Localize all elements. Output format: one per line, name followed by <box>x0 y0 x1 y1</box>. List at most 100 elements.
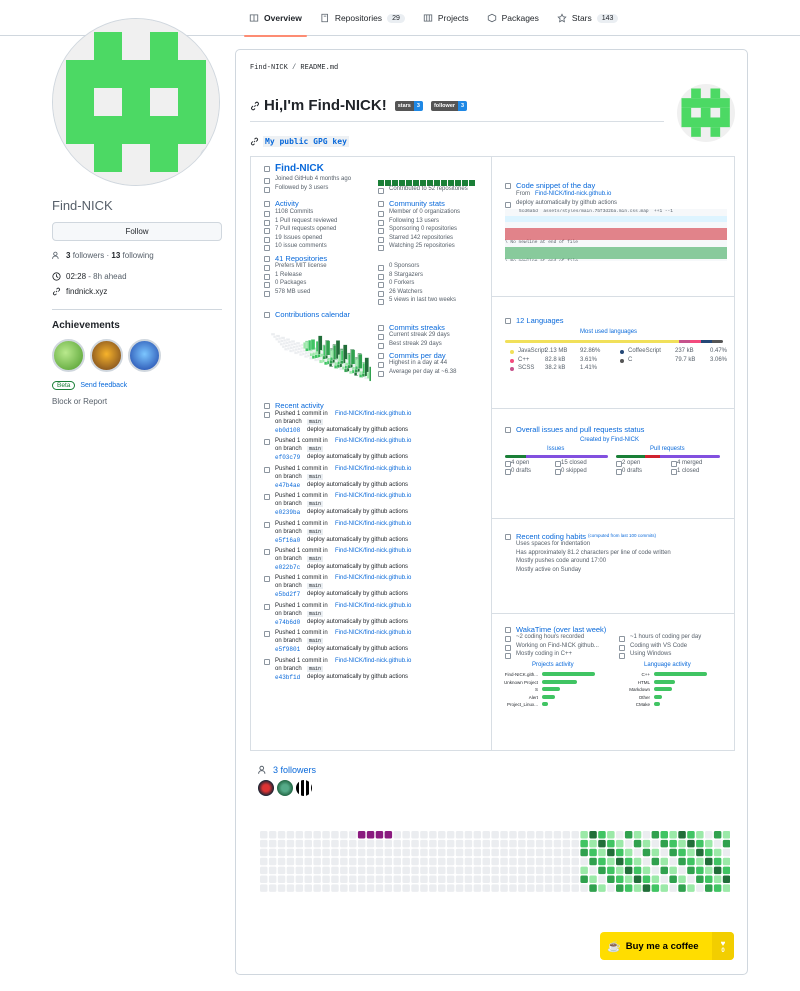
avatar[interactable]: 😊 <box>52 18 220 186</box>
website-link[interactable]: findnick.xyz <box>66 287 107 296</box>
project-name: S <box>534 687 538 692</box>
recent-repo-link[interactable]: Find-NICK/find-nick.github.io <box>335 493 411 499</box>
calendar-day <box>651 857 660 866</box>
pair-extraordinaire-badge-icon[interactable] <box>52 339 85 372</box>
recent-repo-link[interactable]: Find-NICK/find-nick.github.io <box>335 603 411 609</box>
branch-badge: main <box>307 638 324 645</box>
tab-stars[interactable]: Stars 143 <box>548 0 628 36</box>
language-bar-segment <box>701 340 713 343</box>
contribution-calendar <box>260 831 730 892</box>
crumb-file[interactable]: README.md <box>300 64 338 72</box>
repo-detail-icon <box>264 290 270 297</box>
calendar-day <box>713 839 722 848</box>
pull-shark-badge-icon[interactable] <box>128 339 161 372</box>
followers-count[interactable]: 3 <box>66 251 70 260</box>
commit-hash[interactable]: eb0d108 <box>275 427 300 434</box>
calendar-day <box>527 884 535 892</box>
activity-icon <box>264 236 270 243</box>
pr-stat: 1 closed <box>677 468 700 474</box>
follower-avatar[interactable] <box>258 780 274 796</box>
follow-button[interactable]: Follow <box>52 222 222 241</box>
repo-item: 578 MB used <box>275 288 311 295</box>
follower-avatar[interactable] <box>296 780 312 796</box>
recent-repo-link[interactable]: Find-NICK/find-nick.github.io <box>335 658 411 664</box>
gpg-key-text: My public GPG key <box>263 136 349 147</box>
gpg-key-link[interactable]: My public GPG key <box>250 136 349 147</box>
following-count[interactable]: 13 <box>111 251 120 260</box>
follower-avatar[interactable] <box>277 780 293 796</box>
waka-right-item: Coding with VS Code <box>630 642 688 649</box>
calendar-day <box>384 831 393 839</box>
people-icon <box>264 187 270 193</box>
set-status-icon[interactable]: 😊 <box>200 147 219 167</box>
recent-repo-link[interactable]: Find-NICK/find-nick.github.io <box>335 630 411 636</box>
recent-repo-link[interactable]: Find-NICK/find-nick.github.io <box>335 466 411 472</box>
calendar-day <box>669 884 677 892</box>
block-or-report-link[interactable]: Block or Report <box>52 397 222 406</box>
calendar-day <box>713 831 722 839</box>
buy-me-a-coffee-button[interactable]: ☕ Buy me a coffee ♥ 0 <box>600 932 734 960</box>
branch-badge: main <box>307 583 324 590</box>
wakatime-section: WakaTime (over last week) ~2 coding hours… <box>492 614 734 750</box>
followers-word[interactable]: followers <box>73 251 105 260</box>
follower-shield-label: follower <box>430 100 459 111</box>
calendar-day <box>429 875 437 883</box>
commit-hash[interactable]: e5bd2f7 <box>275 591 300 598</box>
quickdraw-badge-icon[interactable] <box>90 339 123 372</box>
commit-hash[interactable]: e43bf1d <box>275 674 300 681</box>
commit-hash[interactable]: e47b4ae <box>275 482 300 489</box>
following-word[interactable]: following <box>123 251 154 260</box>
perday-item: Highest in a day at 44 <box>389 360 448 366</box>
repo-stat-icon <box>378 290 384 297</box>
tab-projects[interactable]: Projects <box>414 0 478 36</box>
recent-repo-link[interactable]: Find-NICK/find-nick.github.io <box>335 521 411 527</box>
language-size: 237 kB <box>675 348 694 354</box>
calendar-day <box>357 884 366 892</box>
tab-packages[interactable]: Packages <box>478 0 548 36</box>
calendar-day <box>535 848 544 857</box>
language-percent: 0.47% <box>710 348 728 354</box>
repositories-title: 41 Repositories <box>275 254 328 263</box>
followers-heading[interactable]: 3 followers <box>258 765 316 775</box>
recent-repo-link[interactable]: Find-NICK/find-nick.github.io <box>335 411 411 417</box>
snippet-section: Code snippet of the day From Find-NICK/fin… <box>492 157 734 297</box>
achievements-heading[interactable]: Achievements <box>52 320 222 331</box>
commit-hash[interactable]: e5f9801 <box>275 646 300 653</box>
calendar-day <box>589 866 597 875</box>
contribution-box <box>469 180 475 186</box>
tab-label: Projects <box>437 13 469 23</box>
calendar-day <box>669 839 677 848</box>
send-feedback-link[interactable]: Send feedback <box>80 382 127 389</box>
follower-shield[interactable]: follower 3 <box>430 100 468 111</box>
prs-label: Pull requests <box>650 446 685 452</box>
commit-hash[interactable]: e74b6d0 <box>275 619 300 626</box>
tab-repositories[interactable]: Repositories 29 <box>311 0 414 36</box>
calendar-day <box>420 875 428 883</box>
commit-hash[interactable]: ef03c79 <box>275 454 300 461</box>
stars-shield[interactable]: stars 3 <box>394 100 423 111</box>
recent-repo-link[interactable]: Find-NICK/find-nick.github.io <box>335 575 411 581</box>
commit-hash[interactable]: e022b7c <box>275 564 300 571</box>
commit-hash[interactable]: e5f16a0 <box>275 537 300 544</box>
branch-badge: main <box>307 501 324 508</box>
calendar-day <box>616 875 624 883</box>
snippet-repo[interactable]: Find-NICK/find-nick.github.io <box>535 191 611 197</box>
tab-overview[interactable]: Overview <box>240 0 311 37</box>
calendar-day <box>357 875 366 883</box>
calendar-day <box>393 884 401 892</box>
followed-by-text: Followed by 3 users <box>275 185 329 191</box>
calendar-day <box>473 884 482 892</box>
calendar-day <box>509 831 517 839</box>
recent-repo-link[interactable]: Find-NICK/find-nick.github.io <box>335 438 411 444</box>
repo-stat-item: 0 Forkers <box>389 280 415 286</box>
calendar-day <box>535 839 544 848</box>
metrics-name[interactable]: Find-NICK <box>275 163 324 174</box>
anchor-link-icon[interactable] <box>250 101 260 111</box>
calendar-day <box>295 857 304 866</box>
commit-hash[interactable]: e0239ba <box>275 509 300 516</box>
calendar-day <box>331 857 339 866</box>
crumb-user[interactable]: Find-NICK <box>250 64 288 72</box>
calendar-day <box>616 857 624 866</box>
calendar-day <box>277 831 286 839</box>
recent-repo-link[interactable]: Find-NICK/find-nick.github.io <box>335 548 411 554</box>
